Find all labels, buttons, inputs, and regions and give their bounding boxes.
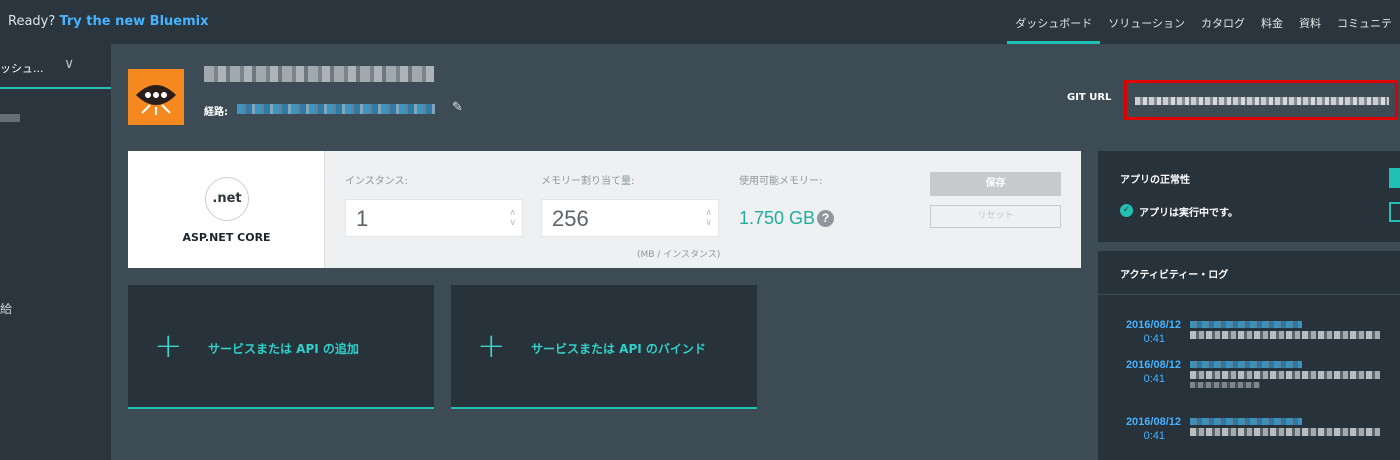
git-url-redacted[interactable]: [1135, 97, 1389, 105]
log-date: 2016/08/12: [1125, 319, 1181, 331]
runtime-name: ASP.NET CORE: [182, 231, 271, 244]
log-entry: 2016/08/12 0:41: [1098, 416, 1400, 456]
sidebar: ッシュ... ∨ 給: [0, 44, 111, 460]
instances-value[interactable]: 1: [356, 206, 368, 232]
memory-label: メモリー割り当て量:: [541, 176, 635, 187]
dotnet-logo-icon: .net: [205, 177, 249, 221]
available-memory: 1.750 GB?: [739, 208, 835, 229]
available-memory-value: 1.750 GB: [739, 208, 816, 228]
log-entry: 2016/08/12 0:41: [1098, 319, 1400, 359]
reset-button[interactable]: リセット: [930, 205, 1061, 228]
check-circle-icon: ✓: [1120, 204, 1133, 217]
nav-docs[interactable]: 資料: [1291, 0, 1329, 44]
log-message-redacted: [1190, 371, 1380, 379]
route-label: 経路:: [204, 107, 228, 118]
memory-value[interactable]: 256: [552, 206, 589, 232]
bind-service-card[interactable]: + サービスまたは API のバインド: [451, 285, 757, 409]
activity-log-panel: アクティビティー・ログ 2016/08/12 0:41 2016/08/12 0…: [1098, 251, 1400, 460]
app-name-redacted: [204, 66, 434, 82]
start-button[interactable]: [1389, 168, 1400, 188]
promo-banner: Ready? Try the new Bluemix: [8, 14, 209, 29]
nav-dashboard[interactable]: ダッシュボード: [1007, 0, 1101, 44]
top-bar: Ready? Try the new Bluemix ダッシュボード ソリューシ…: [0, 0, 1400, 44]
pencil-icon[interactable]: ✎: [452, 100, 463, 115]
stepper-arrows-icon[interactable]: ∧ ∨: [509, 208, 516, 228]
main-nav: ダッシュボード ソリューション カタログ 料金 資料 コミュニテ: [1007, 0, 1400, 44]
stepper-arrows-icon[interactable]: ∧ ∨: [705, 208, 712, 228]
plus-icon: +: [477, 326, 506, 366]
sidebar-item-blurred[interactable]: [0, 114, 20, 122]
log-time: 0:41: [1143, 333, 1165, 345]
app-health-panel: アプリの正常性 ✓ アプリは実行中です。: [1098, 151, 1400, 242]
available-memory-label: 使用可能メモリー:: [739, 176, 823, 187]
log-date: 2016/08/12: [1125, 416, 1181, 428]
log-time: 0:41: [1143, 373, 1165, 385]
runtime-info: .net ASP.NET CORE: [128, 151, 325, 268]
add-service-card[interactable]: + サービスまたは API の追加: [128, 285, 434, 409]
save-button[interactable]: 保存: [930, 172, 1061, 196]
log-message-redacted: [1190, 428, 1380, 436]
sidebar-header[interactable]: ッシュ... ∨: [0, 44, 111, 89]
log-user-link-redacted[interactable]: [1190, 321, 1302, 328]
nav-catalog[interactable]: カタログ: [1193, 0, 1253, 44]
try-new-bluemix-link[interactable]: Try the new Bluemix: [59, 14, 208, 29]
route-link-redacted[interactable]: [237, 104, 435, 114]
sidebar-item-pricing[interactable]: 給: [0, 300, 12, 317]
memory-stepper[interactable]: 256 ∧ ∨: [541, 199, 719, 237]
sidebar-header-label: ッシュ...: [0, 62, 44, 75]
log-date: 2016/08/12: [1125, 359, 1181, 371]
activity-log-title: アクティビティー・ログ: [1120, 270, 1229, 281]
log-message-redacted: [1190, 331, 1380, 339]
log-entry: 2016/08/12 0:41: [1098, 359, 1400, 399]
log-user-link-redacted[interactable]: [1190, 418, 1302, 425]
log-user-link-redacted[interactable]: [1190, 361, 1302, 368]
eye-icon: [128, 69, 184, 125]
restart-button[interactable]: [1389, 202, 1400, 222]
app-health-status: アプリは実行中です。: [1139, 208, 1238, 219]
log-message-redacted: [1190, 382, 1260, 388]
help-icon[interactable]: ?: [817, 210, 835, 227]
nav-community[interactable]: コミュニテ: [1329, 0, 1400, 44]
git-url-label: GIT URL: [1067, 92, 1112, 103]
bind-service-label: サービスまたは API のバインド: [531, 342, 706, 356]
plus-icon: +: [154, 326, 183, 366]
add-service-label: サービスまたは API の追加: [208, 342, 359, 356]
git-url-highlight: [1124, 80, 1398, 120]
instances-stepper[interactable]: 1 ∧ ∨: [345, 199, 523, 237]
log-time: 0:41: [1143, 430, 1165, 442]
divider: [1098, 294, 1400, 295]
app-health-title: アプリの正常性: [1120, 175, 1190, 186]
chevron-down-icon[interactable]: ∨: [64, 56, 74, 72]
instances-label: インスタンス:: [345, 176, 408, 187]
nav-pricing[interactable]: 料金: [1253, 0, 1291, 44]
nav-solutions[interactable]: ソリューション: [1100, 0, 1193, 44]
runtime-panel: .net ASP.NET CORE インスタンス: 1 ∧ ∨ メモリー割り当て量…: [128, 151, 1081, 268]
memory-unit: (MB / インスタンス): [637, 250, 721, 260]
ready-text: Ready?: [8, 14, 56, 29]
